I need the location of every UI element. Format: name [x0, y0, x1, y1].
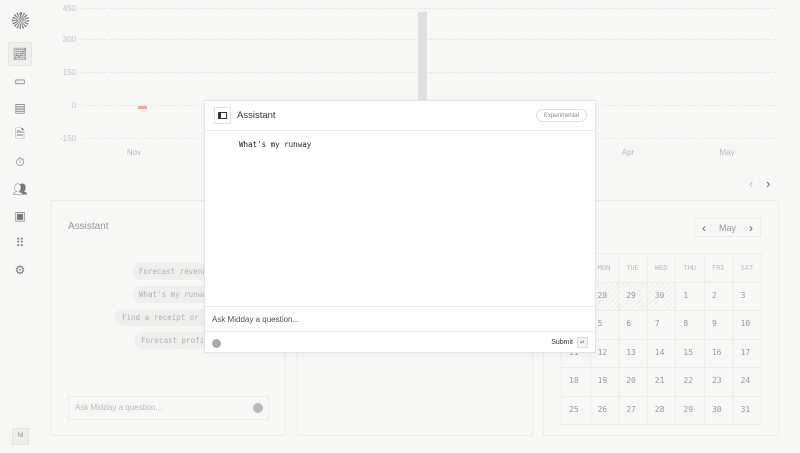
calendar-day[interactable]: 31 [733, 396, 763, 425]
assistant-modal: Assistant Experimental What's my runway … [204, 100, 596, 353]
experimental-badge: Experimental [535, 109, 587, 122]
avatar[interactable]: NI [12, 428, 29, 445]
attach-icon[interactable] [212, 339, 221, 348]
weekday-header: FRI [704, 254, 734, 283]
calendar-day[interactable]: 28 [647, 396, 677, 425]
calendar-day[interactable]: 29 [619, 282, 648, 311]
x-tick: Nov [126, 148, 142, 157]
sidebar-toggle-icon[interactable] [214, 107, 231, 124]
weekday-header: TUE [619, 254, 648, 283]
calendar-day[interactable]: 29 [676, 396, 705, 425]
ask-placeholder: Ask Midday a question... [75, 403, 163, 412]
weekday-header: WED [647, 254, 677, 283]
calendar-day[interactable]: 30 [704, 396, 734, 425]
calendar-day[interactable]: 19 [590, 368, 620, 397]
gridline [84, 8, 776, 9]
customers-icon[interactable]: 👥︎ [8, 177, 32, 201]
bar-previous [138, 106, 147, 109]
weekday-header: THU [676, 254, 705, 283]
x-tick: Apr [621, 148, 635, 157]
calendar-day[interactable]: 10 [733, 311, 763, 340]
y-tick: -150 [59, 134, 76, 143]
y-tick: 0 [71, 101, 76, 110]
month-nav: ‹ May › [694, 218, 761, 237]
y-tick: 450 [62, 4, 76, 13]
inbox-icon[interactable]: ▭ [8, 69, 32, 93]
transactions-icon[interactable]: ▤ [8, 96, 32, 120]
invoice-icon[interactable]: 🗎︎ [8, 123, 32, 147]
suggestion-chip[interactable]: Find a receipt or invoice [115, 309, 215, 326]
y-tick: 300 [62, 35, 76, 44]
vault-icon[interactable]: ▣ [8, 204, 32, 228]
ask-input[interactable]: Ask Midday a question... [68, 396, 269, 420]
calendar-day[interactable]: 21 [647, 368, 677, 397]
calendar-day[interactable]: 20 [619, 368, 648, 397]
apps-icon[interactable]: ⠿ [8, 231, 32, 255]
tracker-icon[interactable]: ⏱︎ [8, 150, 32, 174]
calendar-day[interactable]: 18 [562, 368, 591, 397]
modal-input[interactable]: Ask Midday a question... [205, 306, 595, 332]
calendar-day[interactable]: 6 [619, 311, 648, 340]
gridline [84, 39, 776, 40]
next-month-button[interactable]: › [749, 221, 753, 235]
enter-key-icon: ↵ [577, 337, 588, 348]
modal-input-placeholder: Ask Midday a question... [212, 315, 300, 324]
calendar-day[interactable]: 15 [676, 339, 705, 368]
calendar-day[interactable]: 17 [733, 339, 763, 368]
calendar-day[interactable]: 27 [619, 396, 648, 425]
calendar-day[interactable]: 16 [704, 339, 734, 368]
user-message: What's my runway [239, 140, 312, 149]
calendar-day[interactable]: 1 [676, 282, 705, 311]
card-title: Assistant [68, 221, 109, 232]
calendar-day[interactable]: 9 [704, 311, 734, 340]
chart-icon[interactable]: 📈︎ [8, 42, 32, 66]
logo[interactable] [12, 12, 29, 29]
submit-button[interactable]: Submit [551, 339, 573, 346]
prev-month-button[interactable]: ‹ [702, 221, 706, 235]
calendar-day[interactable]: 25 [562, 396, 591, 425]
chart-prev-button[interactable]: ‹ [749, 176, 753, 191]
y-tick: 150 [62, 68, 76, 77]
settings-icon[interactable]: ⚙︎ [8, 258, 32, 282]
weekday-header: SAT [733, 254, 763, 283]
attach-icon[interactable] [253, 403, 263, 413]
calendar-day[interactable]: 14 [647, 339, 677, 368]
calendar-day[interactable]: 7 [647, 311, 677, 340]
x-tick: May [719, 148, 735, 157]
calendar-day[interactable]: 2 [704, 282, 734, 311]
calendar-day[interactable]: 3 [733, 282, 763, 311]
modal-header: Assistant Experimental [205, 101, 595, 131]
month-label: May [718, 222, 736, 233]
gridline [84, 72, 776, 73]
modal-title: Assistant [237, 110, 276, 121]
chart-next-button[interactable]: › [766, 176, 770, 191]
calendar-day[interactable]: 23 [704, 368, 734, 397]
calendar-day[interactable]: 8 [676, 311, 705, 340]
calendar-day[interactable]: 13 [619, 339, 648, 368]
calendar-day[interactable]: 22 [676, 368, 705, 397]
calendar-day[interactable]: 24 [733, 368, 763, 397]
calendar-day[interactable]: 26 [590, 396, 620, 425]
calendar-day[interactable]: 30 [647, 282, 677, 311]
